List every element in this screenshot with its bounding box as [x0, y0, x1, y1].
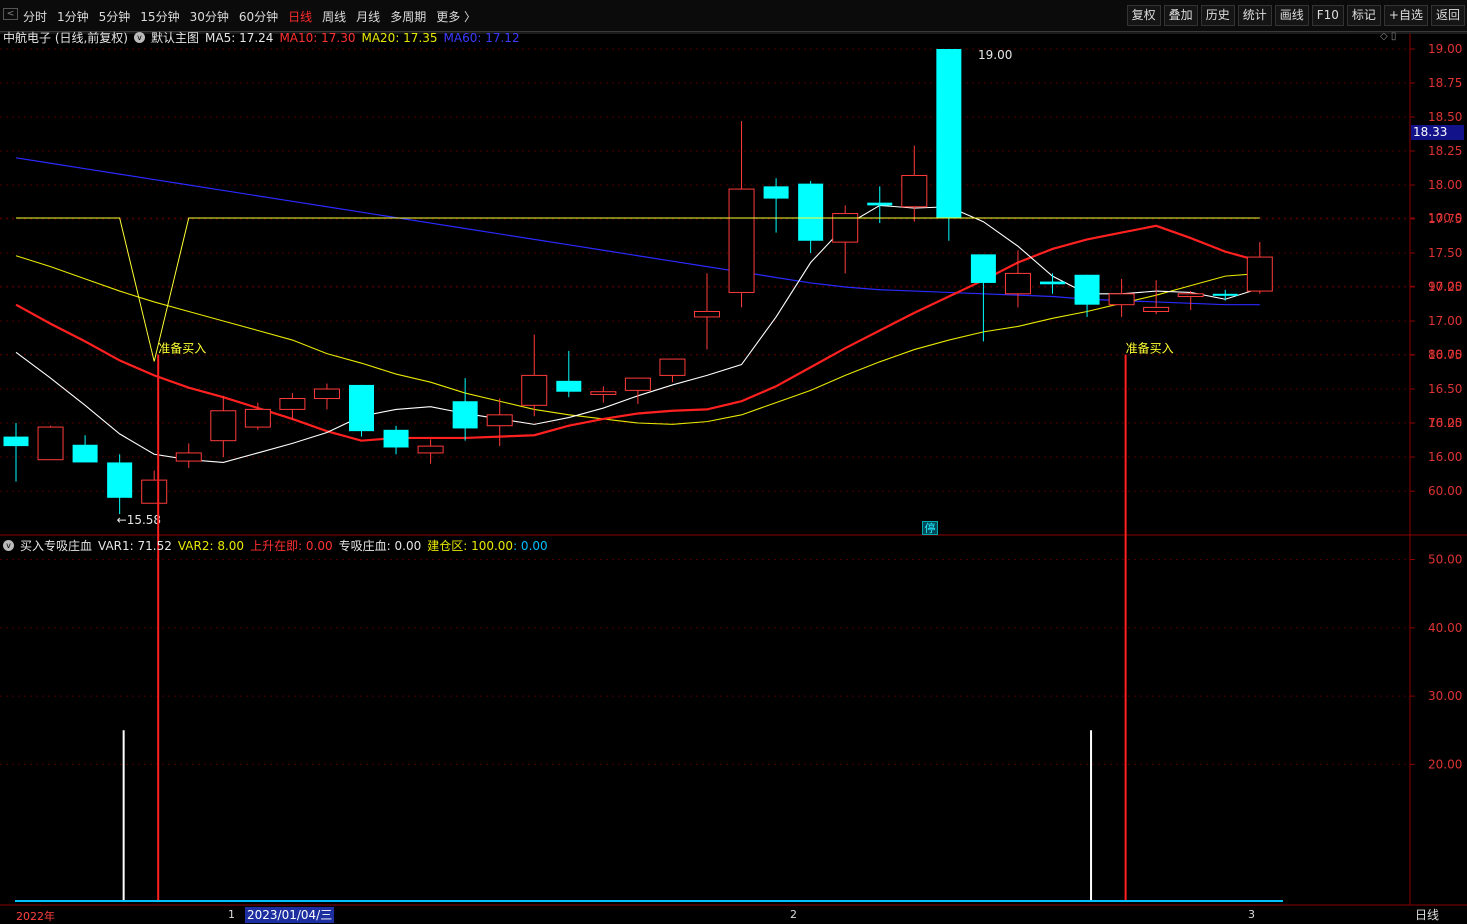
candle-body [1212, 293, 1238, 296]
price-tick-label: 17.00 [1428, 314, 1462, 328]
candle-body [244, 408, 271, 428]
ma5-label: MA5: 17.24 [205, 30, 274, 45]
stock-title[interactable]: 中航电子 (日线,前复权) [3, 29, 128, 46]
candle-body [901, 174, 928, 208]
x-month-3: 3 [1248, 908, 1255, 921]
ma10-line [15, 224, 1261, 442]
var1-label: VAR1: 71.52 [98, 538, 172, 553]
candle-body [624, 377, 651, 391]
candle-body [659, 358, 686, 376]
price-tick-label: 19.00 [1428, 42, 1462, 56]
indicator-tick-label: 70.00 [1428, 416, 1462, 430]
chevron-down-icon[interactable]: v [3, 540, 14, 551]
candle-body [313, 388, 340, 400]
indicator-tick-label: 60.00 [1428, 484, 1462, 498]
buy-signal-label: 准备买入 [1126, 342, 1174, 356]
cursor-date: 2023/01/04/三 [245, 907, 335, 923]
price-tick-label: 18.00 [1428, 178, 1462, 192]
candle-body [1143, 306, 1170, 312]
price-tick-label: 16.50 [1428, 382, 1462, 396]
price-tick-label: 18.25 [1428, 144, 1462, 158]
candle-body [452, 401, 478, 429]
candle-body [486, 414, 513, 427]
absorb-label: 专吸庄血: 0.00 [338, 539, 422, 553]
limit-marker: 停 [922, 521, 938, 535]
candle-body [1246, 256, 1273, 292]
ma60-label: MA60: 17.12 [443, 30, 520, 45]
candle-body [590, 391, 617, 395]
x-month-2: 2 [790, 908, 797, 921]
last-price-tag: 18.33 [1411, 125, 1464, 140]
indicator-tick-label: 30.00 [1428, 689, 1462, 703]
candle-body [970, 254, 996, 283]
indicator-tick-label: 20.00 [1428, 757, 1462, 771]
chevron-down-icon[interactable]: v [134, 32, 145, 43]
price-tick-label: 18.75 [1428, 76, 1462, 90]
candle-body [1074, 274, 1100, 305]
candle-body [694, 310, 720, 318]
candle-body [798, 183, 824, 241]
candle-body [141, 479, 168, 504]
candle-body [1004, 272, 1031, 295]
candle-body [936, 49, 962, 218]
x-month-1: 1 [228, 908, 235, 921]
candle-body [210, 410, 237, 442]
candle-body [3, 436, 29, 447]
candle-body [349, 384, 374, 432]
high-price-label: 19.00 [978, 48, 1012, 62]
ma20-label: MA20: 17.35 [361, 30, 438, 45]
price-tick-label: 16.00 [1428, 450, 1462, 464]
x-year-label: 2022年 [16, 910, 55, 923]
build-zone-line [16, 217, 1260, 362]
candle-body [1108, 293, 1135, 306]
candle-body [279, 398, 306, 410]
stock-chart-app: < 分时 1分钟 5分钟 15分钟 30分钟 60分钟 日线 周线 月线 多周期 更多 〉 复权 叠加… [0, 0, 1467, 924]
candle-body [728, 188, 755, 293]
indicator-tick-label: 80.00 [1428, 348, 1462, 362]
chart-canvas: 19.0018.7518.5018.2518.0017.7517.5017.25… [0, 32, 1467, 906]
candle-body [107, 462, 133, 498]
low-price-label: ←15.58 [117, 513, 161, 527]
candle-body [72, 444, 98, 463]
panel-control-icons[interactable]: ◇ ▯ [1380, 31, 1396, 42]
candle-body [867, 202, 893, 206]
candle-body [175, 452, 202, 462]
indicator-legend: v 买入专吸庄血 VAR1: 71.52 VAR2: 8.00 上升在即: 0.… [3, 537, 554, 554]
ma10-label: MA10: 17.30 [279, 30, 356, 45]
ma60-line [15, 157, 1260, 306]
candle-body [521, 374, 548, 406]
candle-body [383, 429, 409, 448]
indicator-tick-label: 100.0 [1428, 211, 1462, 225]
indicator-name[interactable]: 买入专吸庄血 [20, 537, 92, 554]
buy-signal-label: 准备买入 [158, 342, 206, 356]
indicator-tick-label: 50.00 [1428, 553, 1462, 567]
main-chart-name[interactable]: 默认主图 [151, 29, 199, 46]
candle-body [1177, 293, 1204, 298]
build-label: 建仓区: 100.00 [427, 539, 514, 553]
candle-body [1040, 281, 1065, 285]
price-legend: 中航电子 (日线,前复权) v 默认主图 MA5: 17.24 MA10: 17… [3, 29, 526, 46]
var2-label: VAR2: 8.00 [177, 538, 245, 553]
price-tick-label: 17.50 [1428, 246, 1462, 260]
candle-body [763, 186, 789, 199]
candle-body [417, 445, 444, 454]
indicator-tick-label: 90.00 [1428, 279, 1462, 293]
candle-body [37, 426, 64, 461]
indicator-tick-label: 40.00 [1428, 621, 1462, 635]
candle-body [556, 380, 582, 392]
price-tick-label: 18.50 [1428, 110, 1462, 124]
build2-label: : 0.00 [513, 538, 548, 553]
period-button[interactable]: 日线 [1415, 906, 1439, 923]
up-label: 上升在即: 0.00 [250, 539, 333, 553]
